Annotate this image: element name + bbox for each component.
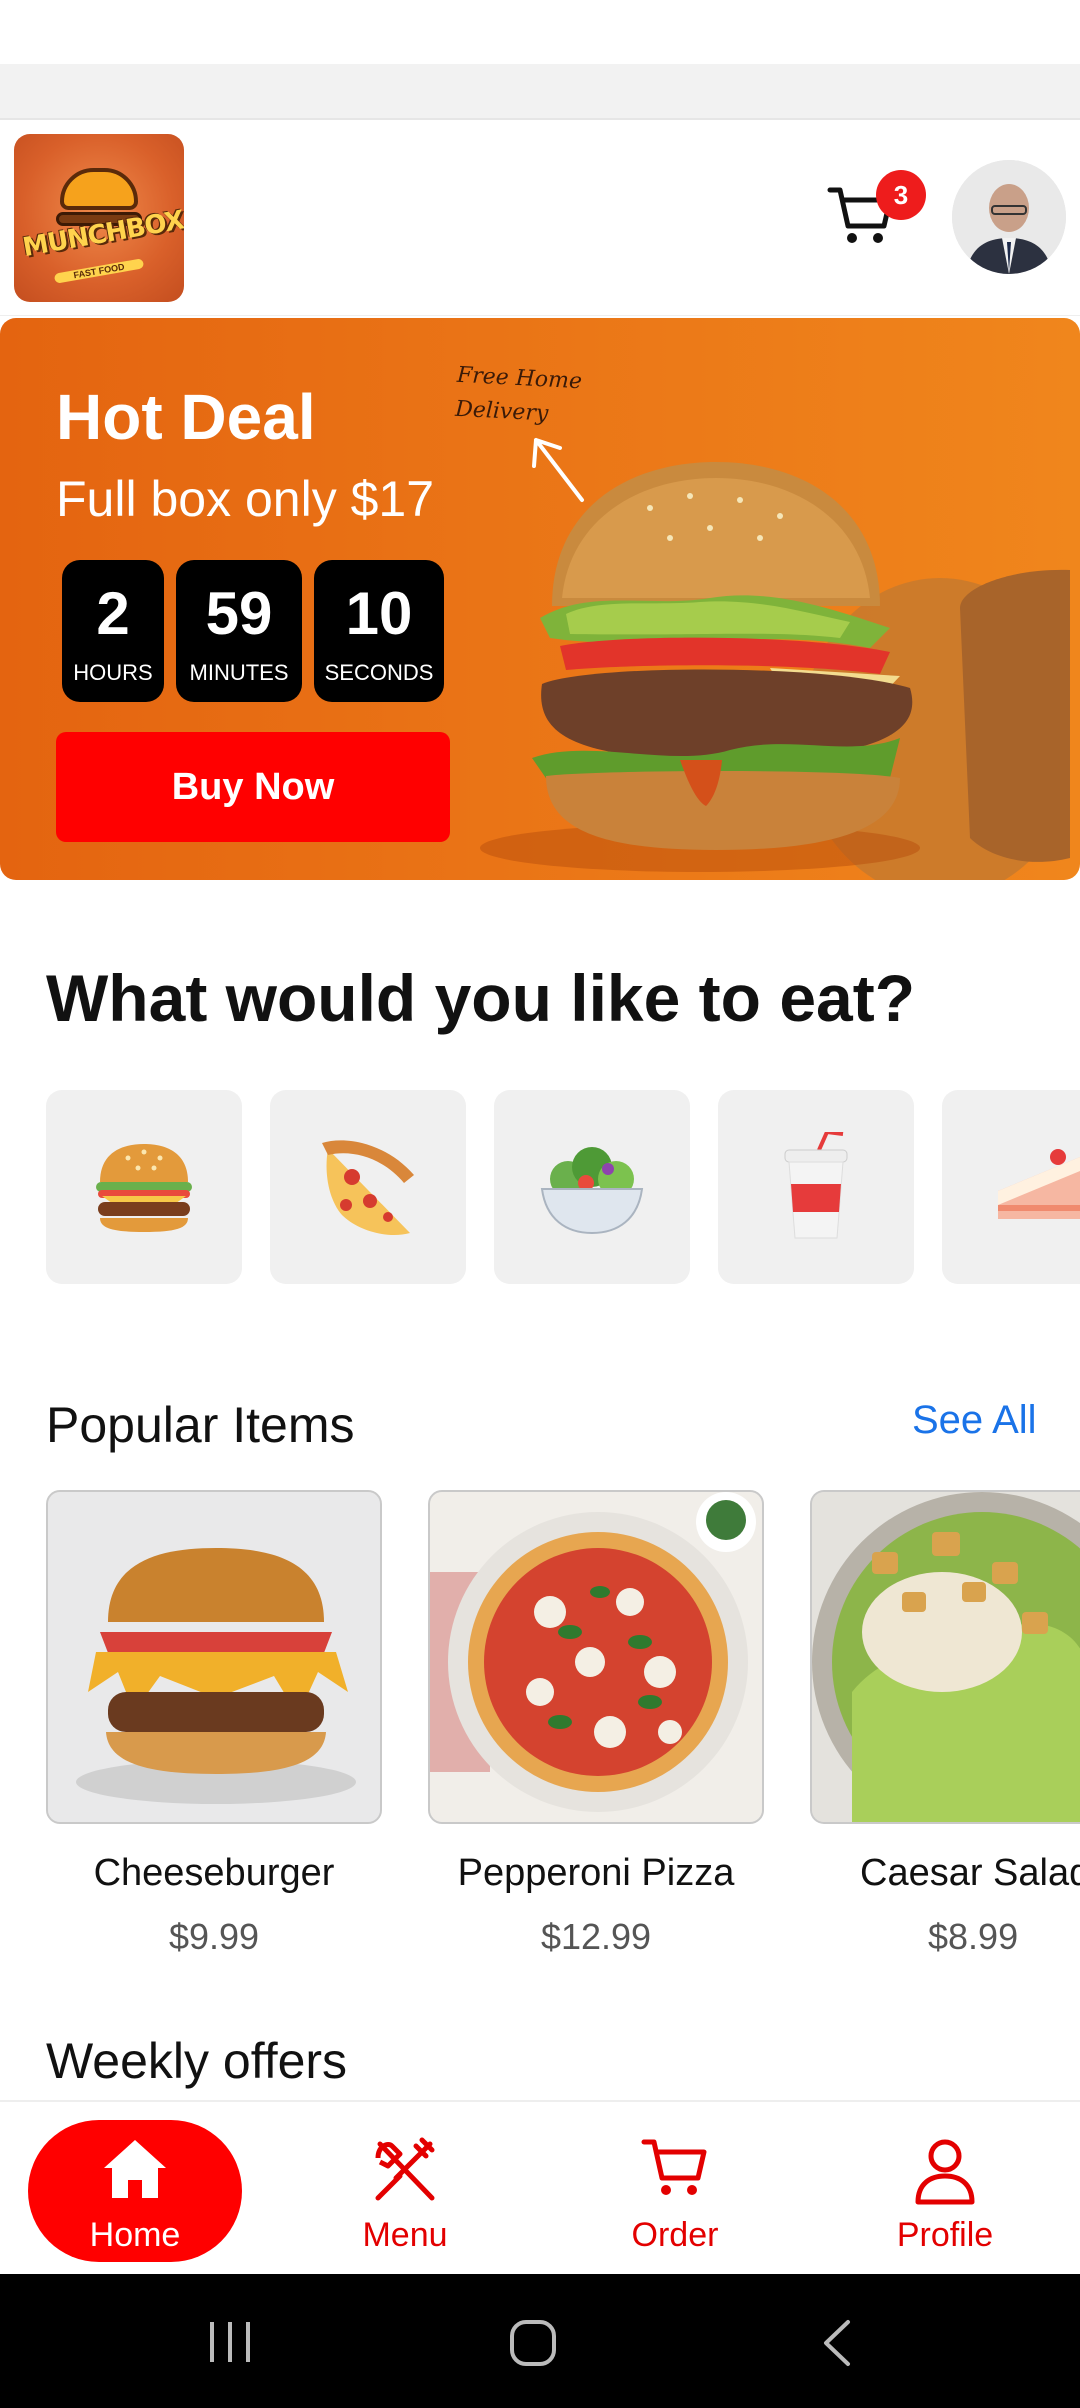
category-salad[interactable]	[494, 1090, 690, 1284]
see-all-link[interactable]: See All	[912, 1398, 1037, 1443]
item-name-pepperoni-pizza: Pepperoni Pizza	[457, 1852, 735, 1894]
app-header: MUNCHBOX FAST FOOD 3	[0, 120, 1080, 316]
salad-icon	[540, 1147, 644, 1235]
weekly-offers-heading: Weekly offers	[46, 2033, 348, 2089]
popular-items-heading: Popular Items	[46, 1397, 355, 1453]
nav-order-label: Order	[631, 2216, 719, 2254]
nav-menu[interactable]: Menu	[298, 2120, 512, 2262]
hot-deal-subtitle: Full box only $17	[56, 471, 435, 527]
timer-hours: 2 HOURS	[62, 560, 164, 702]
item-name-cheeseburger: Cheeseburger	[93, 1852, 335, 1894]
category-dessert[interactable]	[942, 1090, 1080, 1284]
user-icon	[915, 2139, 975, 2205]
burger-image	[480, 462, 1070, 880]
category-drink[interactable]	[718, 1090, 914, 1284]
hot-deal-banner[interactable]: Hot Deal Full box only $17 2 HOURS 59 MI…	[0, 318, 1080, 880]
status-bar	[0, 0, 1080, 64]
pepperoni-pizza-image[interactable]	[428, 1490, 764, 1824]
timer-minutes-label: MINUTES	[189, 660, 289, 685]
avatar-person-icon	[952, 160, 1066, 274]
cart-count-badge: 3	[876, 170, 926, 220]
utensils-icon	[375, 2137, 435, 2201]
nav-profile[interactable]: Profile	[838, 2120, 1052, 2262]
timer-minutes-value: 59	[205, 580, 273, 647]
nav-order[interactable]: Order	[568, 2120, 782, 2262]
drink-icon	[784, 1132, 848, 1239]
buy-now-button[interactable]: Buy Now	[56, 732, 450, 842]
recent-apps-icon[interactable]	[206, 2320, 256, 2364]
free-delivery-note: Free Home Delivery	[454, 359, 583, 433]
back-icon[interactable]	[818, 2318, 858, 2368]
category-pizza[interactable]	[270, 1090, 466, 1284]
system-navigation-bar	[0, 2274, 1080, 2408]
timer-seconds-value: 10	[345, 580, 413, 647]
hot-deal-title: Hot Deal	[56, 381, 316, 453]
home-button-icon[interactable]	[508, 2318, 558, 2368]
nav-menu-label: Menu	[362, 2216, 448, 2254]
timer-minutes: 59 MINUTES	[176, 560, 302, 702]
pizza-icon	[322, 1140, 414, 1235]
cake-icon	[998, 1149, 1080, 1219]
timer-seconds: 10 SECONDS	[314, 560, 444, 702]
timer-seconds-label: SECONDS	[324, 660, 434, 685]
timer-hours-label: HOURS	[73, 660, 153, 685]
munchbox-logo[interactable]: MUNCHBOX FAST FOOD	[14, 134, 184, 302]
caesar-salad-image[interactable]	[810, 1490, 1080, 1824]
top-divider-bar	[0, 64, 1080, 120]
nav-home[interactable]: Home	[28, 2120, 242, 2262]
cheeseburger-image[interactable]	[46, 1490, 382, 1824]
nav-home-label: Home	[89, 2216, 181, 2254]
category-burger[interactable]	[46, 1090, 242, 1284]
salad-photo	[812, 1492, 1080, 1822]
item-price-pepperoni-pizza: $12.99	[540, 1916, 652, 1957]
categories-heading: What would you like to eat?	[46, 961, 916, 1035]
pizza-photo	[430, 1492, 762, 1822]
item-price-caesar-salad: $8.99	[928, 1916, 1019, 1957]
item-name-caesar-salad: Caesar Salad	[860, 1852, 1080, 1894]
cheeseburger-photo	[48, 1492, 380, 1822]
user-avatar[interactable]	[952, 160, 1066, 274]
item-price-cheeseburger: $9.99	[168, 1916, 260, 1957]
logo-subtext: FAST FOOD	[53, 258, 145, 284]
home-icon	[104, 2140, 166, 2198]
timer-hours-value: 2	[96, 580, 130, 647]
nav-profile-label: Profile	[896, 2216, 994, 2254]
logo-bun-shape	[60, 168, 138, 210]
cart-icon	[641, 2139, 707, 2195]
bottom-navigation: Home Menu Order Profile	[0, 2100, 1080, 2274]
burger-icon	[96, 1144, 192, 1232]
